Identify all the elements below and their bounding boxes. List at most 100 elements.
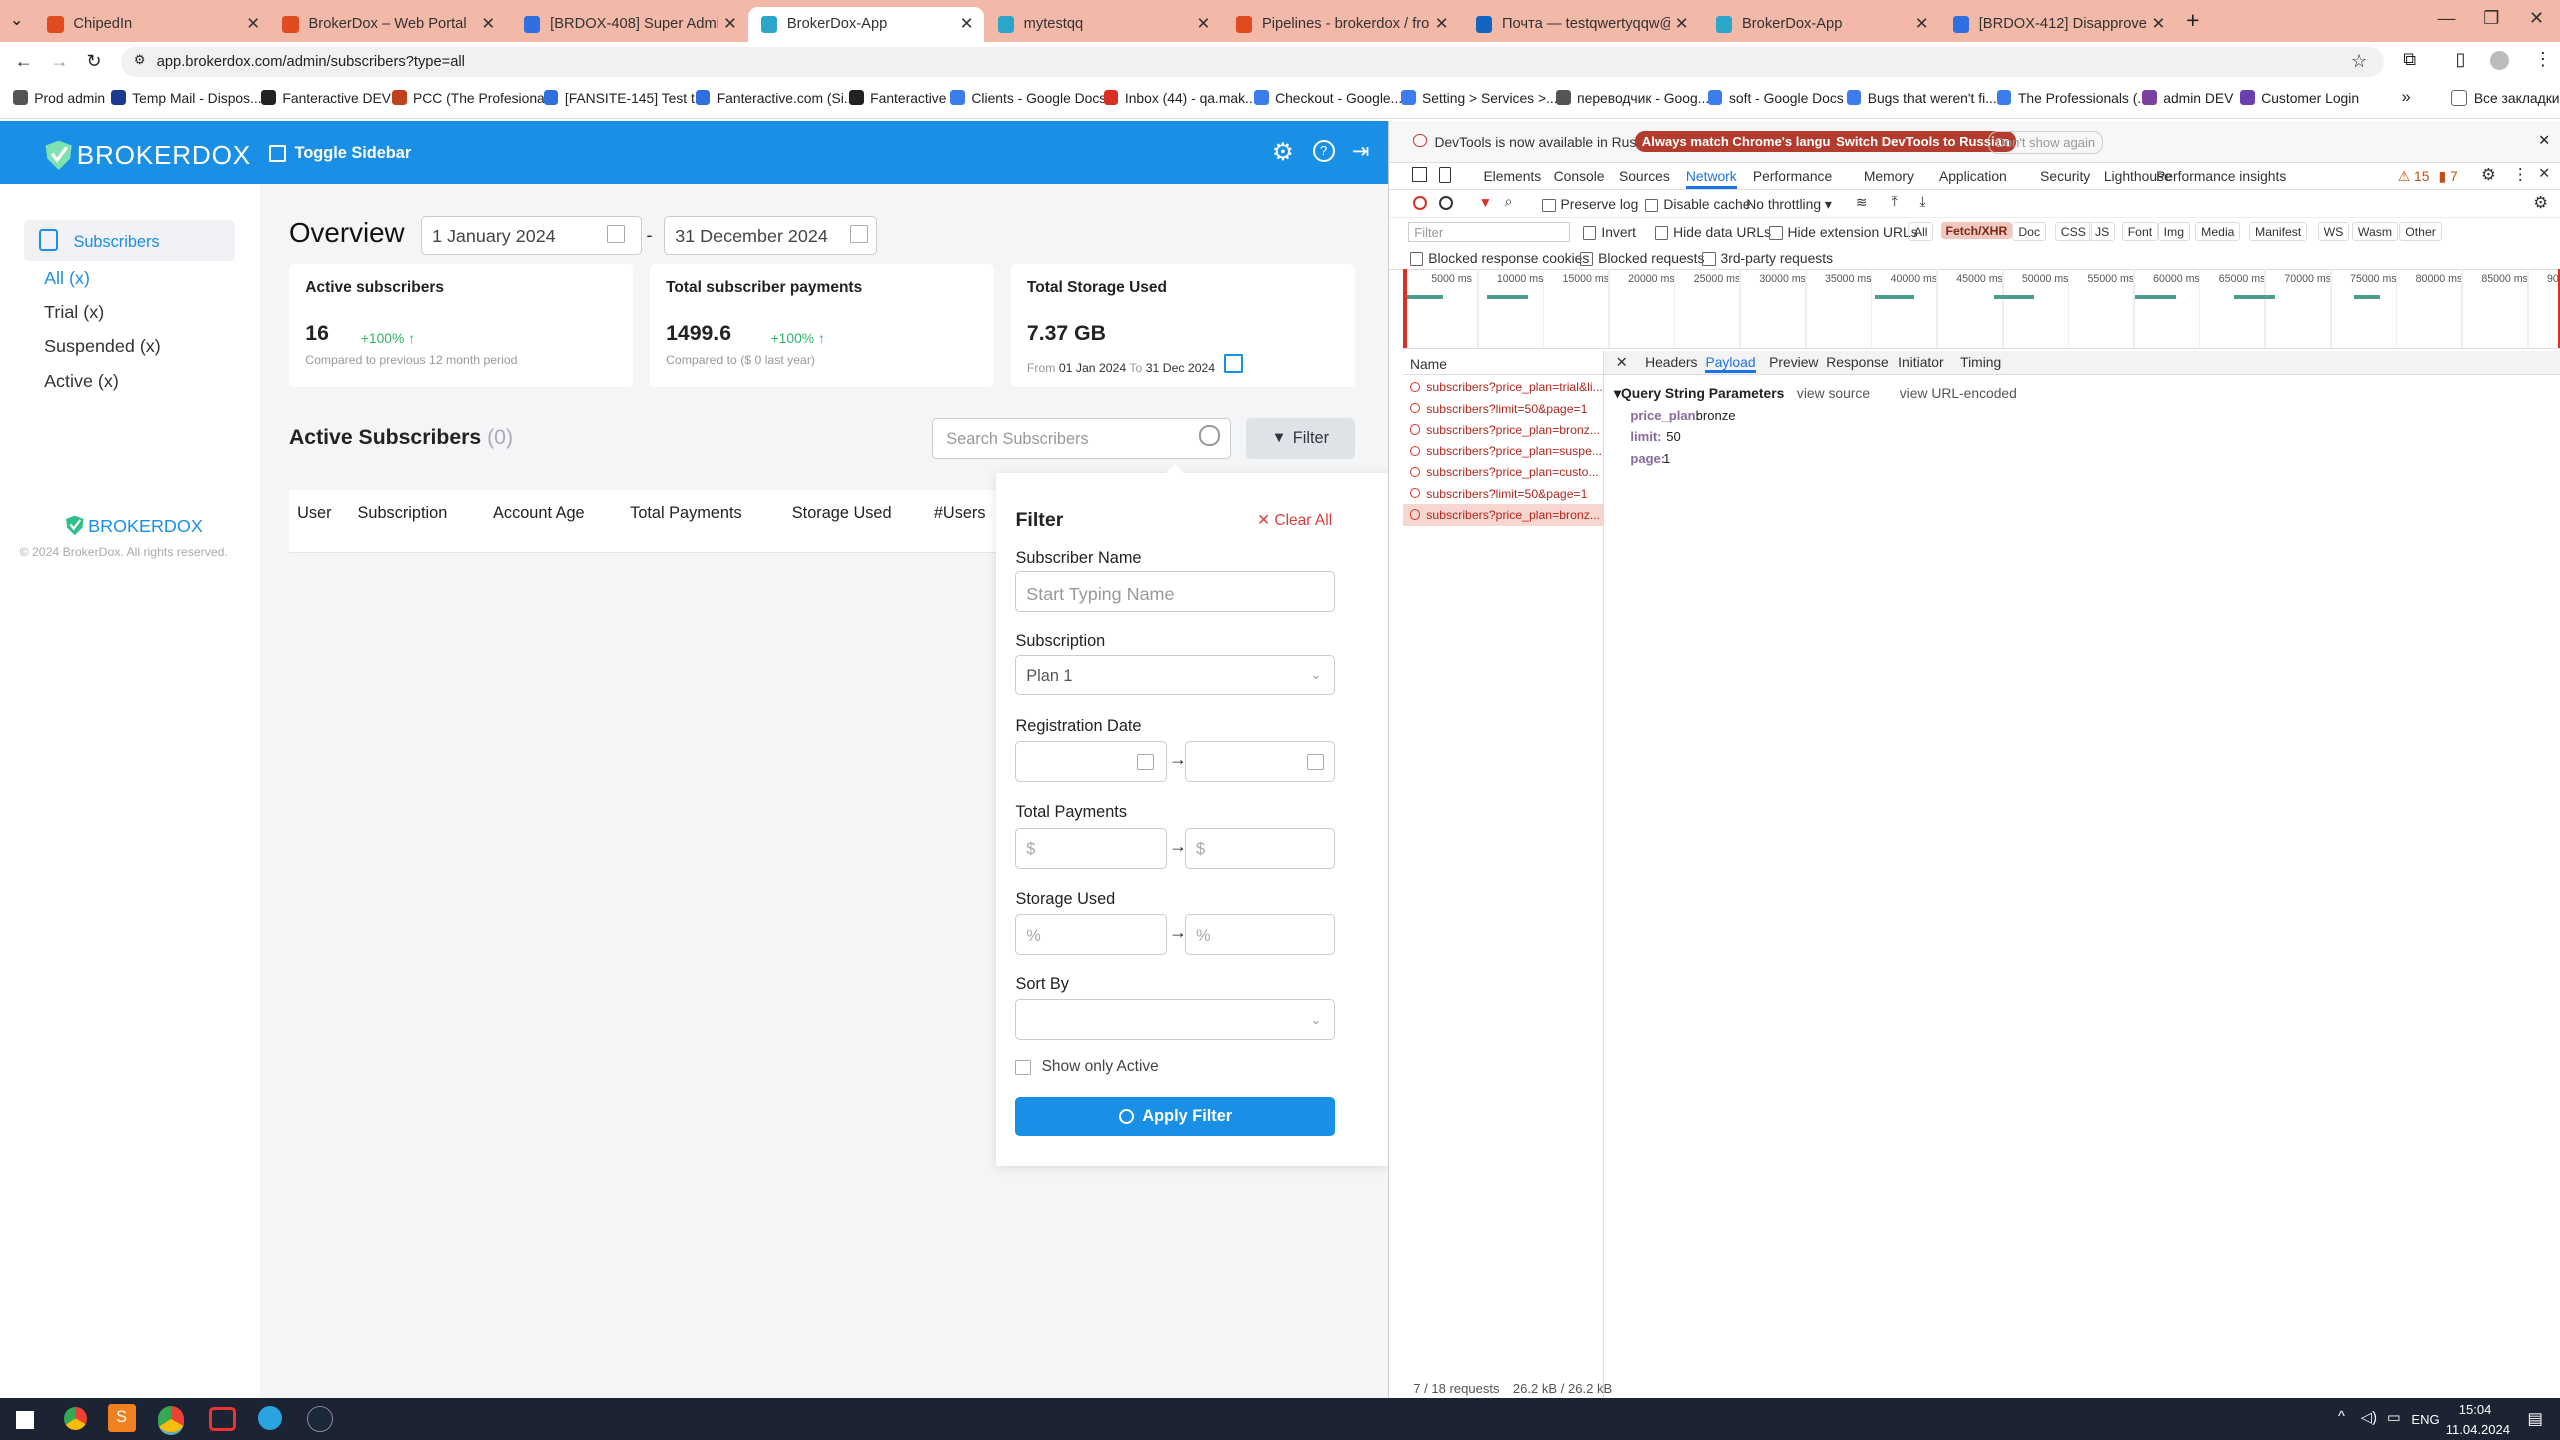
type-filter-button[interactable]: Manifest — [2249, 222, 2308, 242]
bookmark-item[interactable]: переводчик - Goog... — [1555, 90, 1709, 106]
devtools-tab[interactable]: Console — [1554, 168, 1605, 184]
profile-avatar[interactable] — [2489, 50, 2510, 71]
col-storage-used[interactable]: Storage Used — [792, 504, 892, 523]
tab-close-icon[interactable]: ✕ — [955, 14, 978, 34]
reg-date-to-input[interactable] — [1185, 741, 1336, 783]
forward-icon[interactable]: → — [51, 51, 69, 72]
type-filter-button[interactable]: Img — [2157, 222, 2190, 242]
side-panel-icon[interactable]: ▯ — [2456, 49, 2466, 70]
payments-to-input[interactable]: $ — [1185, 827, 1336, 869]
site-info-icon[interactable]: ⚙ — [134, 52, 146, 68]
tab-close-icon[interactable]: ✕ — [1670, 14, 1693, 34]
throttling-select[interactable]: No throttling ▾ — [1746, 196, 1832, 213]
clock-date[interactable]: 11.04.2024 — [2446, 1422, 2510, 1437]
new-tab-icon[interactable]: + — [2186, 7, 2199, 34]
type-filter-button[interactable]: Fetch/XHR — [1940, 222, 2013, 240]
browser-tab[interactable]: Почта — testqwertyqqw@outl✕ — [1463, 7, 1700, 43]
help-icon[interactable]: ? — [1312, 140, 1335, 163]
sidebar-item-subscribers[interactable]: Subscribers — [24, 220, 236, 262]
calendar-icon[interactable] — [1307, 753, 1324, 771]
date-from-input[interactable]: 1 January 2024 — [421, 215, 642, 255]
record-icon[interactable] — [1413, 195, 1428, 210]
chrome-taskbar-icon[interactable] — [63, 1407, 87, 1431]
request-row[interactable]: subscribers?price_plan=trial&li... — [1403, 377, 1603, 398]
bookmark-star-icon[interactable]: ☆ — [2351, 51, 2367, 72]
preserve-log-checkbox[interactable]: Preserve log — [1542, 196, 1638, 212]
col-user[interactable]: User — [297, 504, 331, 523]
devtools-tab[interactable]: Application — [1939, 168, 2007, 184]
devtools-more-icon[interactable]: ⋮ — [2512, 165, 2528, 185]
request-row[interactable]: subscribers?price_plan=bronz... — [1403, 420, 1602, 441]
tab-close-icon[interactable]: ✕ — [1192, 14, 1215, 34]
type-filter-button[interactable]: Doc — [2012, 222, 2046, 242]
close-detail-icon[interactable]: ✕ — [1616, 354, 1628, 371]
request-row[interactable]: subscribers?limit=50&page=1 — [1403, 483, 1602, 504]
show-only-active-checkbox[interactable] — [1015, 1059, 1031, 1075]
devtools-tab[interactable]: Performance insights — [2156, 168, 2286, 184]
browser-tab[interactable]: BrokerDox – Web Portal ✕ — [269, 7, 506, 43]
timeline-selection[interactable] — [1403, 269, 1407, 348]
browser-tab[interactable]: mytestqq ✕ — [984, 7, 1221, 43]
sidebar-item-active[interactable]: Active (x) — [44, 371, 119, 392]
clock-time[interactable]: 15:04 — [2459, 1402, 2492, 1417]
sublime-taskbar-icon[interactable]: S — [107, 1404, 136, 1432]
bookmark-item[interactable]: admin DEV — [2142, 90, 2233, 106]
all-bookmarks[interactable]: Все закладки — [2450, 89, 2560, 107]
apply-filter-button[interactable]: Apply Filter — [1015, 1097, 1336, 1137]
volume-icon[interactable]: ◁) — [2361, 1409, 2377, 1426]
close-banner-icon[interactable]: ✕ — [2538, 132, 2550, 149]
tab-close-icon[interactable]: ✕ — [242, 14, 265, 34]
type-filter-button[interactable]: CSS — [2054, 222, 2092, 242]
type-filter-button[interactable]: All — [1907, 222, 1934, 242]
dont-show-button[interactable]: Don't show again — [1987, 130, 2103, 155]
storage-calendar-icon[interactable] — [1224, 354, 1244, 373]
bookmark-item[interactable]: Fanteractive.com (Si... — [695, 90, 855, 106]
import-har-icon[interactable]: ⤒ — [1892, 193, 1898, 210]
calendar-icon[interactable] — [849, 224, 869, 243]
devtools-close-icon[interactable]: ✕ — [2538, 165, 2550, 182]
chrome-active-taskbar-icon[interactable] — [158, 1405, 185, 1435]
hide-data-urls-checkbox[interactable]: Hide data URLs — [1654, 224, 1771, 240]
request-row[interactable]: subscribers?price_plan=suspe... — [1403, 441, 1602, 462]
bookmark-item[interactable]: Fanteractive — [848, 90, 946, 106]
blocked-cookies-checkbox[interactable]: Blocked response cookies — [1409, 250, 1589, 266]
warnings-badge[interactable]: ⚠ 15 — [2398, 168, 2430, 185]
storage-to-input[interactable]: % — [1185, 914, 1336, 956]
clear-all-button[interactable]: ✕ Clear All — [1257, 511, 1332, 530]
tab-close-icon[interactable]: ✕ — [477, 14, 500, 34]
request-row[interactable]: subscribers?price_plan=custo... — [1403, 462, 1602, 483]
browser-tab[interactable]: [BRDOX-412] Disapproved Doc✕ — [1940, 7, 2177, 43]
detail-tab[interactable]: Initiator — [1898, 354, 1943, 370]
detail-tab[interactable]: Response — [1826, 354, 1888, 370]
chat-taskbar-icon[interactable] — [208, 1407, 237, 1432]
filter-funnel-icon[interactable]: ▼ — [1479, 194, 1493, 210]
sidebar-item-suspended[interactable]: Suspended (x) — [44, 336, 161, 357]
devtools-tab[interactable]: Performance — [1753, 168, 1832, 184]
bookmark-item[interactable]: Clients - Google Docs — [950, 90, 1106, 106]
sidebar-item-all[interactable]: All (x) — [44, 268, 90, 289]
network-conditions-icon[interactable]: ≋ — [1856, 194, 1868, 211]
search-icon[interactable]: ⌕ — [1505, 193, 1513, 210]
col-total-payments[interactable]: Total Payments — [630, 504, 742, 523]
calendar-icon[interactable] — [1137, 753, 1154, 771]
minimize-icon[interactable]: — — [2438, 8, 2456, 29]
tab-close-icon[interactable]: ✕ — [1910, 14, 1933, 34]
issues-badge[interactable]: ▮ 7 — [2439, 168, 2458, 185]
bookmark-item[interactable]: The Professionals (... — [1996, 90, 2149, 106]
search-subscribers-input[interactable]: Search Subscribers — [932, 417, 1231, 459]
bookmark-item[interactable]: Fanteractive DEV — [261, 90, 391, 106]
more-bookmarks-icon[interactable]: » — [2402, 88, 2411, 107]
search-icon[interactable] — [1199, 425, 1220, 446]
bookmark-item[interactable]: Checkout - Google... — [1253, 90, 1402, 106]
bookmark-item[interactable]: Setting > Services >... — [1400, 90, 1558, 106]
name-column-header[interactable]: Name — [1410, 356, 1447, 372]
close-window-icon[interactable]: ✕ — [2529, 8, 2544, 29]
network-settings-icon[interactable]: ⚙ — [2533, 193, 2548, 213]
storage-from-input[interactable]: % — [1015, 914, 1168, 956]
bookmark-item[interactable]: Bugs that weren't fi... — [1846, 90, 1997, 106]
bookmark-item[interactable]: Prod admin — [13, 90, 105, 106]
date-to-input[interactable]: 31 December 2024 — [664, 215, 877, 255]
detail-tab[interactable]: Payload — [1705, 354, 1756, 374]
browser-tab[interactable]: BrokerDox-App ✕ — [747, 6, 985, 43]
subscription-select[interactable]: Plan 1 ⌄ — [1015, 654, 1336, 696]
